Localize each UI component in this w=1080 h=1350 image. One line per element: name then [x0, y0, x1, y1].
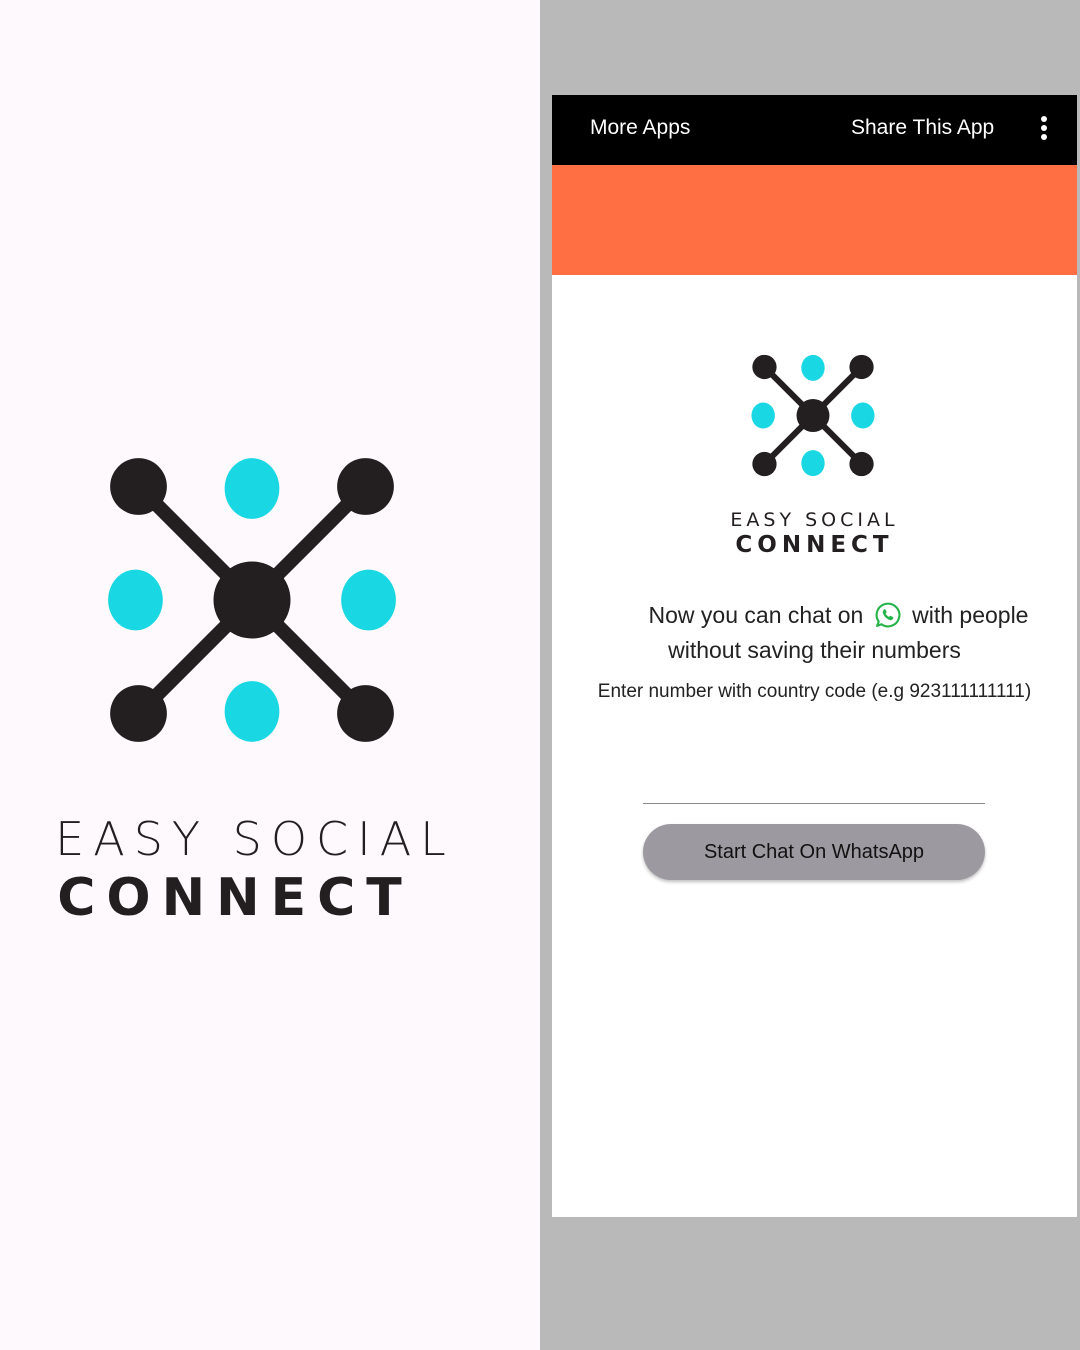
ad-banner: [552, 165, 1077, 275]
splash-logo-line2: CONNECT: [57, 868, 413, 928]
tagline: Now you can chat on with people without …: [552, 598, 1077, 668]
app-screen: More Apps Share This App EASY SOCIAL CON…: [552, 95, 1077, 1217]
app-logo-icon: [748, 343, 878, 488]
app-logo-line2: CONNECT: [735, 532, 894, 558]
phone-number-input[interactable]: [643, 765, 985, 804]
start-chat-button[interactable]: Start Chat On WhatsApp: [643, 824, 985, 880]
app-logo-line1: EASY SOCIAL: [730, 509, 899, 531]
app-bar: More Apps Share This App: [552, 95, 1077, 165]
splash-panel: EASY SOCIAL CONNECT: [0, 0, 540, 1350]
more-vert-icon[interactable]: [1036, 113, 1052, 143]
tagline-part2: with people: [912, 602, 1029, 628]
number-instruction: Enter number with country code (e.g 9231…: [597, 681, 1032, 702]
easy-social-connect-logo-icon: [100, 430, 404, 770]
share-app-button[interactable]: Share This App: [851, 116, 994, 140]
more-apps-button[interactable]: More Apps: [590, 116, 690, 140]
whatsapp-icon: [875, 602, 901, 628]
tagline-part1: Now you can chat on: [648, 602, 864, 628]
splash-logo-line1: EASY SOCIAL: [55, 812, 455, 866]
tagline-part3: without saving their numbers: [668, 637, 961, 663]
